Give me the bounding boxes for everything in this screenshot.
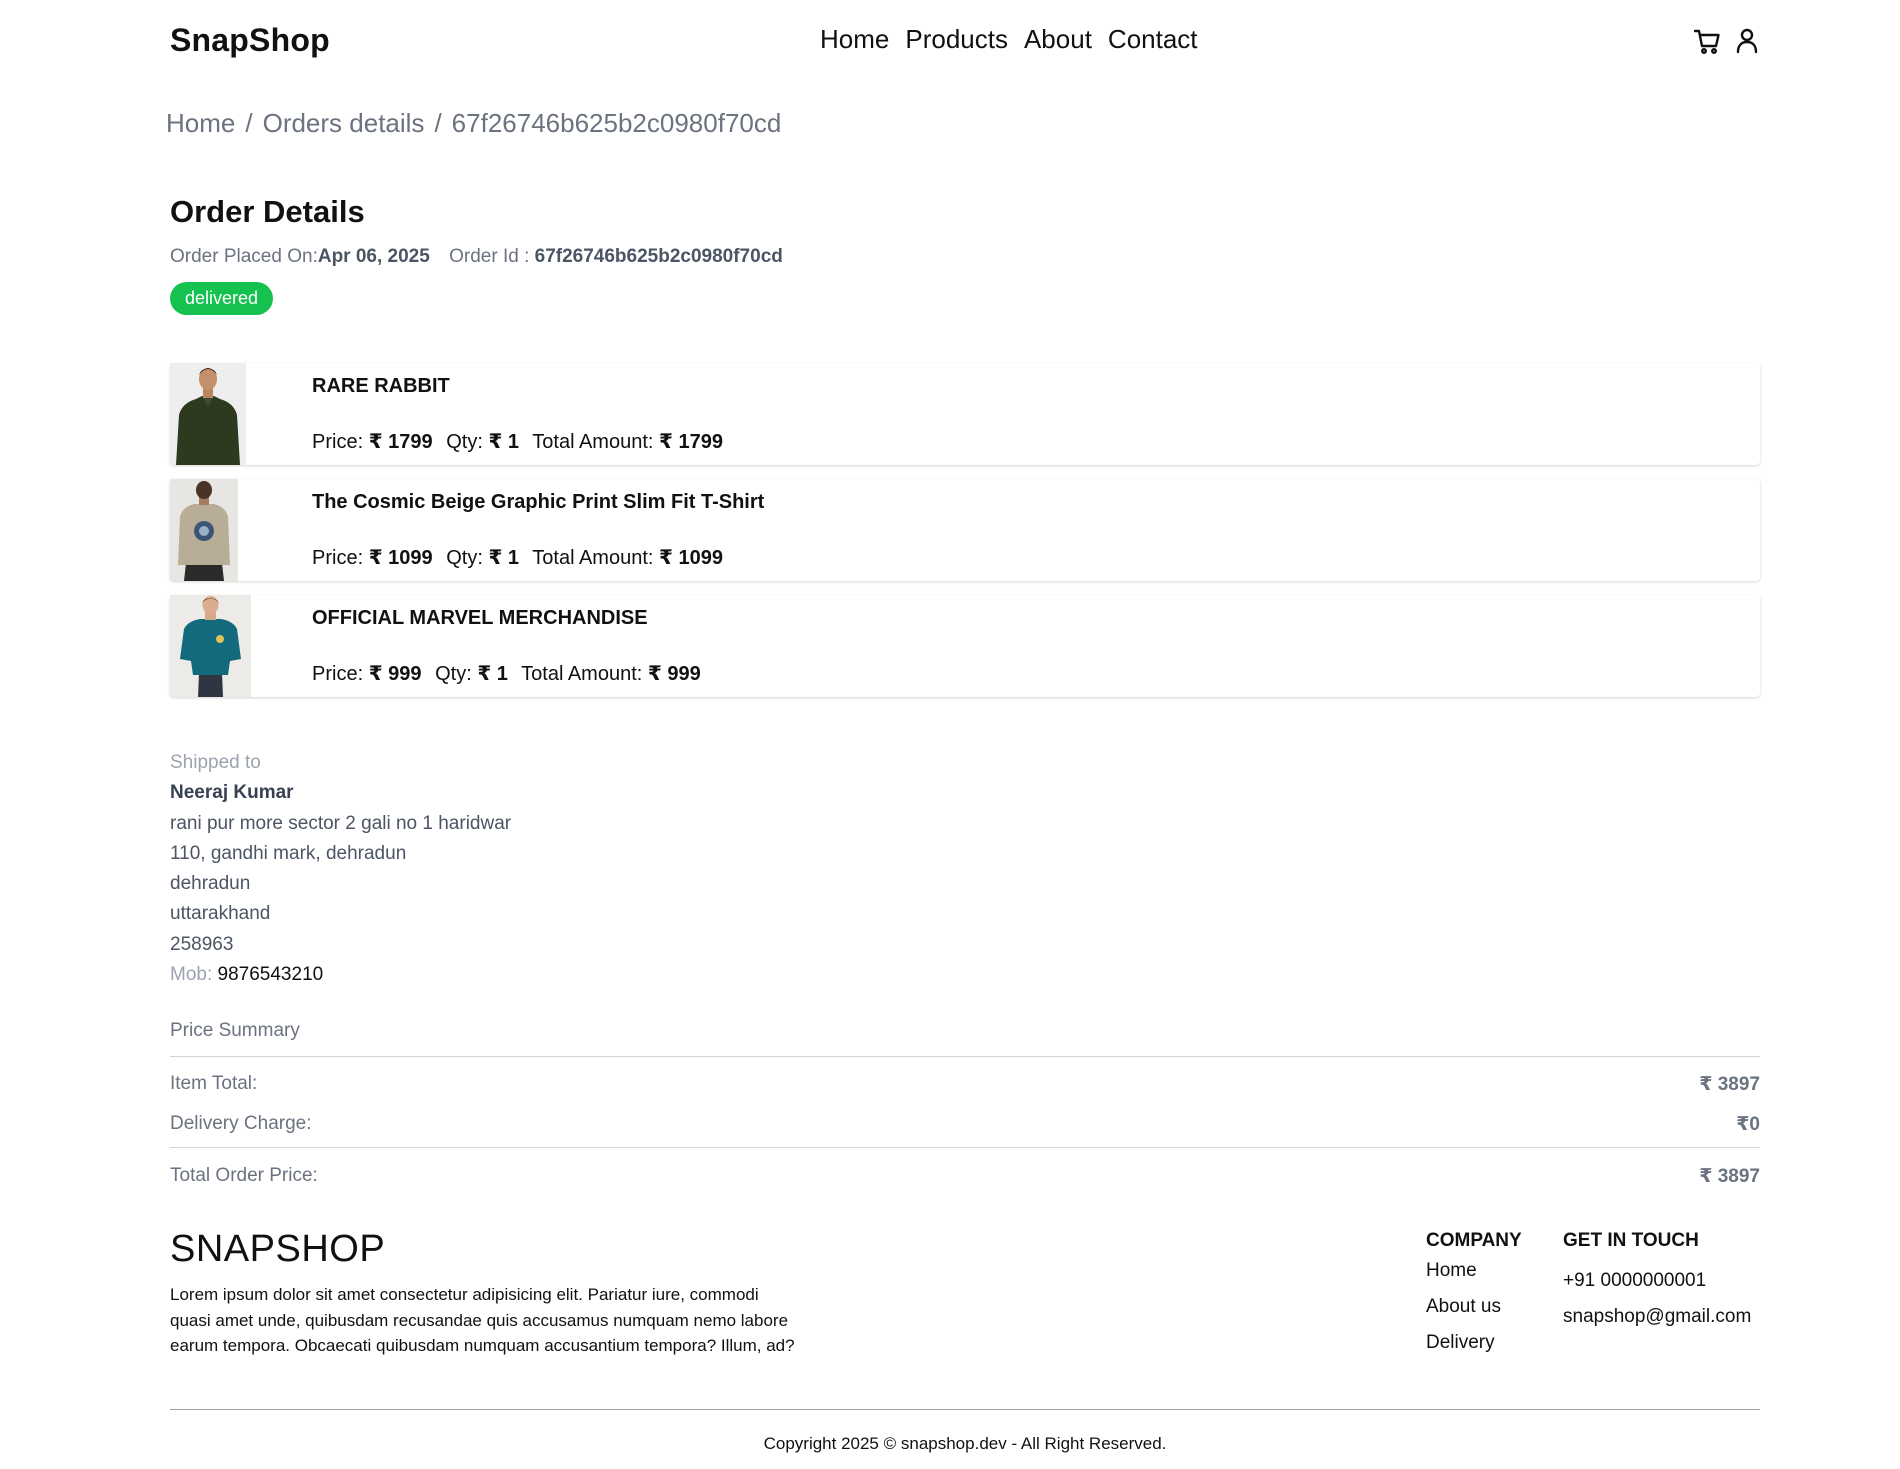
price-value: ₹ 1099 bbox=[368, 547, 433, 569]
nav-products[interactable]: Products bbox=[905, 24, 1008, 55]
address-state: uttarakhand bbox=[170, 903, 271, 925]
total-label: Total Amount: bbox=[532, 547, 654, 569]
shipping-address: Shipped to Neeraj Kumar rani pur more se… bbox=[170, 748, 511, 990]
address-line-1: rani pur more sector 2 gali no 1 haridwa… bbox=[170, 812, 512, 834]
header-actions bbox=[1694, 26, 1760, 56]
nav-home[interactable]: Home bbox=[820, 24, 889, 55]
order-placed-date: Apr 06, 2025 bbox=[317, 246, 430, 267]
cart-icon[interactable] bbox=[1694, 26, 1720, 56]
product-pricing: Price: ₹ 1099 Qty: ₹ 1 Total Amount: ₹ 1… bbox=[312, 545, 723, 570]
footer-company-title: COMPANY bbox=[1426, 1230, 1522, 1251]
footer-contact-title: GET IN TOUCH bbox=[1563, 1230, 1699, 1251]
page-title: Order Details bbox=[170, 194, 365, 229]
delivery-row: Delivery Charge: ₹0 bbox=[170, 1113, 1760, 1135]
delivery-value: ₹0 bbox=[1736, 1114, 1760, 1135]
address-city: dehradun bbox=[170, 873, 251, 895]
site-header: SnapShop Home Products About Contact bbox=[170, 0, 1760, 84]
product-name: The Cosmic Beige Graphic Print Slim Fit … bbox=[312, 491, 765, 513]
order-meta: Order Placed On:Apr 06, 2025 Order Id : … bbox=[170, 246, 783, 268]
qty-label: Qty: bbox=[435, 663, 472, 685]
footer-logo: SNAPSHOP bbox=[170, 1228, 386, 1270]
breadcrumb-separator: / bbox=[245, 108, 253, 138]
breadcrumb-current: 67f26746b625b2c0980f70cd bbox=[451, 108, 782, 138]
address-pincode: 258963 bbox=[170, 933, 234, 955]
nav-about[interactable]: About bbox=[1024, 24, 1092, 55]
price-label: Price: bbox=[312, 431, 364, 453]
divider bbox=[170, 1056, 1760, 1057]
total-label: Total Amount: bbox=[521, 663, 643, 685]
divider bbox=[170, 1147, 1760, 1148]
address-line-2: 110, gandhi mark, dehradun bbox=[170, 842, 407, 864]
status-badge: delivered bbox=[170, 282, 274, 315]
footer-link-about[interactable]: About us bbox=[1426, 1296, 1522, 1318]
footer-divider bbox=[170, 1409, 1760, 1410]
total-value: ₹ 1099 bbox=[659, 547, 723, 569]
copyright: Copyright 2025 © snapshop.dev - All Righ… bbox=[763, 1434, 1167, 1453]
mobile-number: 9876543210 bbox=[217, 964, 324, 986]
product-pricing: Price: ₹ 1799 Qty: ₹ 1 Total Amount: ₹ 1… bbox=[312, 429, 723, 454]
product-pricing: Price: ₹ 999 Qty: ₹ 1 Total Amount: ₹ 99… bbox=[312, 661, 701, 686]
item-total-row: Item Total: ₹ 3897 bbox=[170, 1073, 1760, 1095]
product-image bbox=[170, 479, 238, 581]
order-total-row: Total Order Price: ₹ 3897 bbox=[170, 1165, 1760, 1187]
footer-email[interactable]: snapshop@gmail.com bbox=[1563, 1306, 1751, 1328]
qty-label: Qty: bbox=[446, 547, 483, 569]
price-label: Price: bbox=[312, 663, 364, 685]
footer-phone[interactable]: +91 0000000001 bbox=[1563, 1270, 1751, 1292]
order-id-label: Order Id : bbox=[449, 246, 530, 267]
total-value: ₹ 1799 bbox=[659, 431, 723, 453]
qty-value: ₹ 1 bbox=[488, 431, 520, 453]
order-total-value: ₹ 3897 bbox=[1699, 1166, 1760, 1187]
breadcrumb-home[interactable]: Home bbox=[166, 108, 235, 139]
product-name: RARE RABBIT bbox=[312, 375, 450, 397]
recipient-name: Neeraj Kumar bbox=[170, 782, 294, 804]
order-item: The Cosmic Beige Graphic Print Slim Fit … bbox=[170, 479, 1760, 581]
mobile-row: Mob: 9876543210 bbox=[170, 960, 511, 990]
footer-company: COMPANY Home About us Delivery bbox=[1426, 1230, 1522, 1368]
breadcrumb-separator: / bbox=[434, 108, 442, 138]
breadcrumb-orders[interactable]: Orders details bbox=[263, 108, 425, 139]
product-name: OFFICIAL MARVEL MERCHANDISE bbox=[312, 607, 648, 629]
qty-label: Qty: bbox=[446, 431, 483, 453]
footer-link-home[interactable]: Home bbox=[1426, 1260, 1522, 1282]
price-summary-title: Price Summary bbox=[170, 1020, 300, 1041]
order-item: RARE RABBIT Price: ₹ 1799 Qty: ₹ 1 Total… bbox=[170, 363, 1760, 465]
product-image bbox=[170, 595, 251, 697]
price-value: ₹ 1799 bbox=[368, 431, 433, 453]
order-item: OFFICIAL MARVEL MERCHANDISE Price: ₹ 999… bbox=[170, 595, 1760, 697]
footer-description: Lorem ipsum dolor sit amet consectetur a… bbox=[170, 1285, 795, 1355]
qty-value: ₹ 1 bbox=[477, 663, 508, 685]
item-total-label: Item Total: bbox=[170, 1073, 258, 1094]
order-id-value: 67f26746b625b2c0980f70cd bbox=[534, 246, 783, 267]
item-total-value: ₹ 3897 bbox=[1699, 1074, 1760, 1095]
total-value: ₹ 999 bbox=[647, 663, 701, 685]
shipped-to-label: Shipped to bbox=[170, 752, 261, 773]
qty-value: ₹ 1 bbox=[488, 547, 520, 569]
breadcrumb: Home / Orders details / 67f26746b625b2c0… bbox=[166, 108, 781, 139]
main-nav: Home Products About Contact bbox=[820, 24, 1198, 55]
footer-contact: GET IN TOUCH +91 0000000001 snapshop@gma… bbox=[1563, 1230, 1751, 1342]
footer-link-delivery[interactable]: Delivery bbox=[1426, 1332, 1522, 1354]
order-total-label: Total Order Price: bbox=[170, 1165, 318, 1186]
product-image bbox=[170, 363, 246, 465]
total-label: Total Amount: bbox=[532, 431, 654, 453]
user-icon[interactable] bbox=[1734, 26, 1760, 56]
price-value: ₹ 999 bbox=[368, 663, 422, 685]
site-logo[interactable]: SnapShop bbox=[170, 22, 330, 59]
mobile-label: Mob: bbox=[170, 964, 213, 986]
delivery-label: Delivery Charge: bbox=[170, 1113, 312, 1134]
nav-contact[interactable]: Contact bbox=[1108, 24, 1198, 55]
order-placed-label: Order Placed On: bbox=[170, 246, 318, 267]
price-label: Price: bbox=[312, 547, 364, 569]
